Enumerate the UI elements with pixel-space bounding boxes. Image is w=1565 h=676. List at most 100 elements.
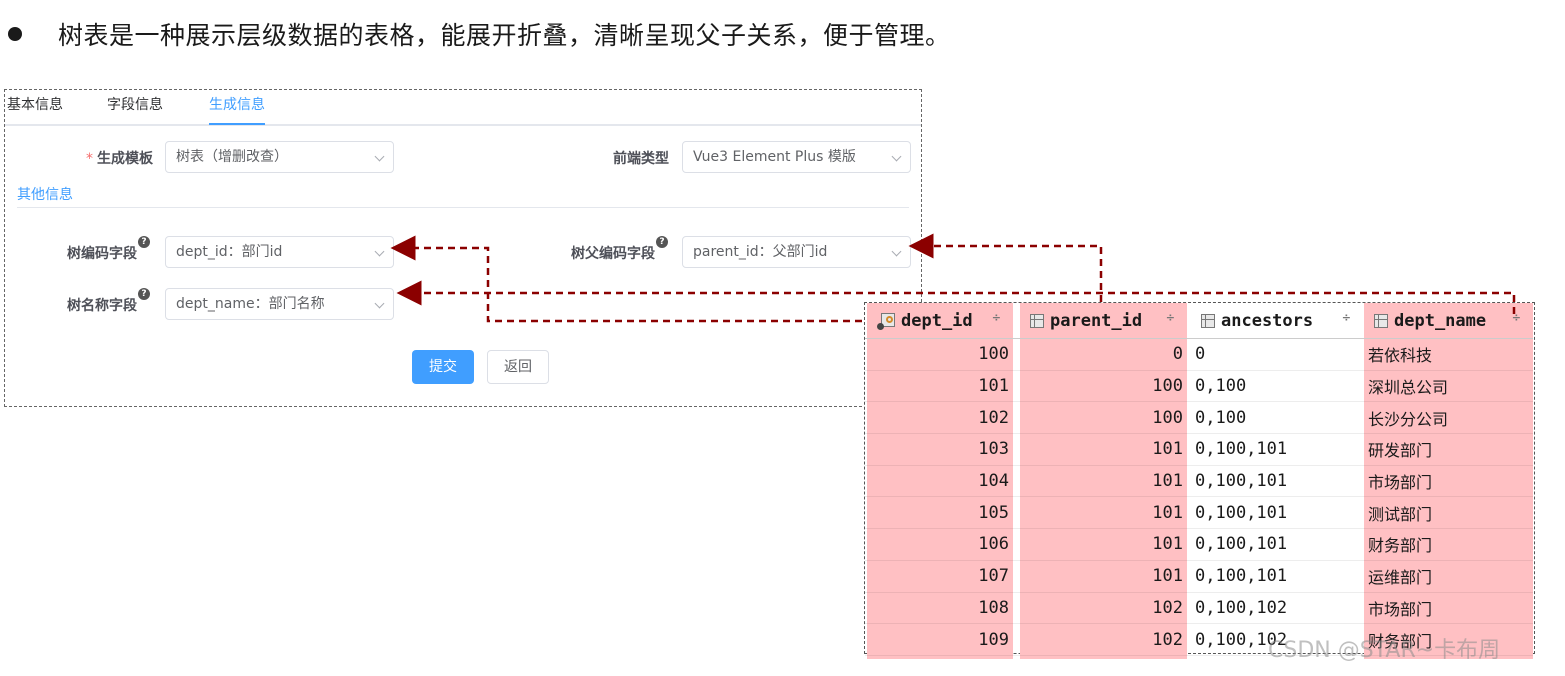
tree-parent-code-select[interactable]: parent_id：父部门id bbox=[682, 236, 911, 268]
column-header-ancestors[interactable]: ancestors ÷ bbox=[1193, 303, 1361, 338]
dept-name-cell[interactable]: 测试部门 bbox=[1366, 497, 1531, 528]
dept-table-panel: dept_id ÷ parent_id ÷ ancestors ÷ dept_n… bbox=[864, 302, 1535, 659]
dept-name-cell[interactable]: 研发部门 bbox=[1366, 434, 1531, 465]
dept-name-cell[interactable]: 市场部门 bbox=[1366, 593, 1531, 624]
column-header-dept-id[interactable]: dept_id ÷ bbox=[869, 303, 1011, 338]
sort-icon[interactable]: ÷ bbox=[992, 312, 1001, 323]
tree-parent-code-value: parent_id：父部门id bbox=[693, 244, 828, 260]
table-body: 100 0 0 若依科技 101 100 0,100 深圳总公司 102 100 0,100 长沙分公… bbox=[865, 339, 1533, 656]
gen-template-value: 树表（增删改查） bbox=[176, 149, 288, 165]
tab-bar: 基本信息 字段信息 生成信息 bbox=[5, 90, 921, 126]
primary-key-icon bbox=[877, 312, 895, 330]
dept-id-cell[interactable]: 106 bbox=[869, 529, 1011, 560]
gen-info-form-panel: 基本信息 字段信息 生成信息 * 生成模板 树表（增删改查） 前端类型 Vue3 … bbox=[4, 89, 922, 407]
table-row[interactable]: 107 101 0,100,101 运维部门 bbox=[865, 561, 1533, 593]
frontend-type-label: 前端类型 bbox=[613, 151, 669, 167]
dept-id-cell[interactable]: 105 bbox=[869, 497, 1011, 528]
other-info-title: 其他信息 bbox=[17, 187, 73, 203]
parent-id-cell[interactable]: 102 bbox=[1022, 593, 1185, 624]
gen-template-select[interactable]: 树表（增删改查） bbox=[165, 141, 394, 173]
back-button[interactable]: 返回 bbox=[487, 350, 549, 384]
parent-id-cell[interactable]: 0 bbox=[1022, 339, 1185, 370]
ancestors-cell[interactable]: 0,100,101 bbox=[1193, 466, 1361, 497]
ancestors-cell[interactable]: 0,100,101 bbox=[1193, 497, 1361, 528]
dept-id-cell[interactable]: 102 bbox=[869, 402, 1011, 433]
ancestors-cell[interactable]: 0,100,101 bbox=[1193, 561, 1361, 592]
required-mark: * bbox=[86, 151, 93, 167]
parent-id-cell[interactable]: 101 bbox=[1022, 561, 1185, 592]
dept-name-cell[interactable]: 长沙分公司 bbox=[1366, 402, 1531, 433]
ancestors-cell[interactable]: 0 bbox=[1193, 339, 1361, 370]
frontend-type-select[interactable]: Vue3 Element Plus 模版 bbox=[682, 141, 911, 173]
sort-icon[interactable]: ÷ bbox=[1166, 312, 1175, 323]
sort-icon[interactable]: ÷ bbox=[1342, 312, 1351, 323]
dept-id-cell[interactable]: 103 bbox=[869, 434, 1011, 465]
ancestors-cell[interactable]: 0,100,101 bbox=[1193, 529, 1361, 560]
tree-name-select[interactable]: dept_name：部门名称 bbox=[165, 288, 394, 320]
dept-table: dept_id ÷ parent_id ÷ ancestors ÷ dept_n… bbox=[865, 303, 1533, 656]
dept-name-cell[interactable]: 运维部门 bbox=[1366, 561, 1531, 592]
table-row[interactable]: 101 100 0,100 深圳总公司 bbox=[865, 371, 1533, 403]
column-icon bbox=[1030, 313, 1044, 328]
watermark: CSDN @STAR~卡布周 bbox=[1268, 638, 1501, 663]
table-row[interactable]: 104 101 0,100,101 市场部门 bbox=[865, 466, 1533, 498]
bullet-dot bbox=[8, 27, 22, 41]
ancestors-cell[interactable]: 0,100 bbox=[1193, 371, 1361, 402]
frontend-type-value: Vue3 Element Plus 模版 bbox=[693, 149, 856, 165]
column-icon bbox=[1201, 313, 1215, 328]
dept-name-cell[interactable]: 财务部门 bbox=[1366, 529, 1531, 560]
tree-name-value: dept_name：部门名称 bbox=[176, 296, 325, 312]
dept-name-cell[interactable]: 深圳总公司 bbox=[1366, 371, 1531, 402]
table-header-row: dept_id ÷ parent_id ÷ ancestors ÷ dept_n… bbox=[865, 303, 1533, 339]
dept-id-cell[interactable]: 109 bbox=[869, 624, 1011, 655]
bullet-line: 树表是一种展示层级数据的表格，能展开折叠，清晰呈现父子关系，便于管理。 bbox=[8, 14, 951, 54]
dept-name-cell[interactable]: 若依科技 bbox=[1366, 339, 1531, 370]
dept-id-cell[interactable]: 108 bbox=[869, 593, 1011, 624]
tree-name-label: 树名称字段 bbox=[67, 298, 137, 314]
chevron-down-icon bbox=[891, 246, 902, 257]
column-header-parent-id[interactable]: parent_id ÷ bbox=[1022, 303, 1185, 338]
chevron-down-icon bbox=[374, 298, 385, 309]
column-header-dept-name[interactable]: dept_name ÷ bbox=[1366, 303, 1531, 338]
tab-field-info[interactable]: 字段信息 bbox=[107, 95, 163, 125]
parent-id-cell[interactable]: 101 bbox=[1022, 497, 1185, 528]
help-icon[interactable]: ? bbox=[138, 288, 150, 300]
table-row[interactable]: 105 101 0,100,101 测试部门 bbox=[865, 497, 1533, 530]
bullet-text: 树表是一种展示层级数据的表格，能展开折叠，清晰呈现父子关系，便于管理。 bbox=[58, 21, 951, 50]
column-icon bbox=[1374, 313, 1388, 328]
section-divider bbox=[17, 207, 909, 208]
dept-id-cell[interactable]: 101 bbox=[869, 371, 1011, 402]
table-row[interactable]: 103 101 0,100,101 研发部门 bbox=[865, 434, 1533, 466]
tree-code-select[interactable]: dept_id：部门id bbox=[165, 236, 394, 268]
table-row[interactable]: 108 102 0,100,102 市场部门 bbox=[865, 593, 1533, 625]
ancestors-cell[interactable]: 0,100,102 bbox=[1193, 593, 1361, 624]
dept-id-cell[interactable]: 107 bbox=[869, 561, 1011, 592]
sort-icon[interactable]: ÷ bbox=[1512, 312, 1521, 323]
submit-button[interactable]: 提交 bbox=[412, 350, 474, 384]
dept-id-cell[interactable]: 100 bbox=[869, 339, 1011, 370]
gen-template-label: * 生成模板 bbox=[86, 151, 153, 167]
dept-name-cell[interactable]: 市场部门 bbox=[1366, 466, 1531, 497]
help-icon[interactable]: ? bbox=[656, 236, 668, 248]
parent-id-cell[interactable]: 101 bbox=[1022, 466, 1185, 497]
parent-id-cell[interactable]: 100 bbox=[1022, 402, 1185, 433]
parent-id-cell[interactable]: 101 bbox=[1022, 529, 1185, 560]
ancestors-cell[interactable]: 0,100,101 bbox=[1193, 434, 1361, 465]
tab-basic-info[interactable]: 基本信息 bbox=[7, 95, 63, 125]
tree-parent-code-label: 树父编码字段 bbox=[571, 246, 655, 262]
help-icon[interactable]: ? bbox=[138, 236, 150, 248]
parent-id-cell[interactable]: 102 bbox=[1022, 624, 1185, 655]
table-row[interactable]: 106 101 0,100,101 财务部门 bbox=[865, 529, 1533, 561]
tree-code-label: 树编码字段 bbox=[67, 246, 137, 262]
chevron-down-icon bbox=[891, 151, 902, 162]
dept-id-cell[interactable]: 104 bbox=[869, 466, 1011, 497]
ancestors-cell[interactable]: 0,100 bbox=[1193, 402, 1361, 433]
parent-id-to-tree-parent-code-arrow bbox=[908, 233, 1103, 302]
parent-id-cell[interactable]: 100 bbox=[1022, 371, 1185, 402]
table-row[interactable]: 100 0 0 若依科技 bbox=[865, 339, 1533, 371]
tree-code-value: dept_id：部门id bbox=[176, 244, 283, 260]
tab-gen-info[interactable]: 生成信息 bbox=[209, 95, 265, 125]
chevron-down-icon bbox=[374, 151, 385, 162]
parent-id-cell[interactable]: 101 bbox=[1022, 434, 1185, 465]
table-row[interactable]: 102 100 0,100 长沙分公司 bbox=[865, 402, 1533, 435]
